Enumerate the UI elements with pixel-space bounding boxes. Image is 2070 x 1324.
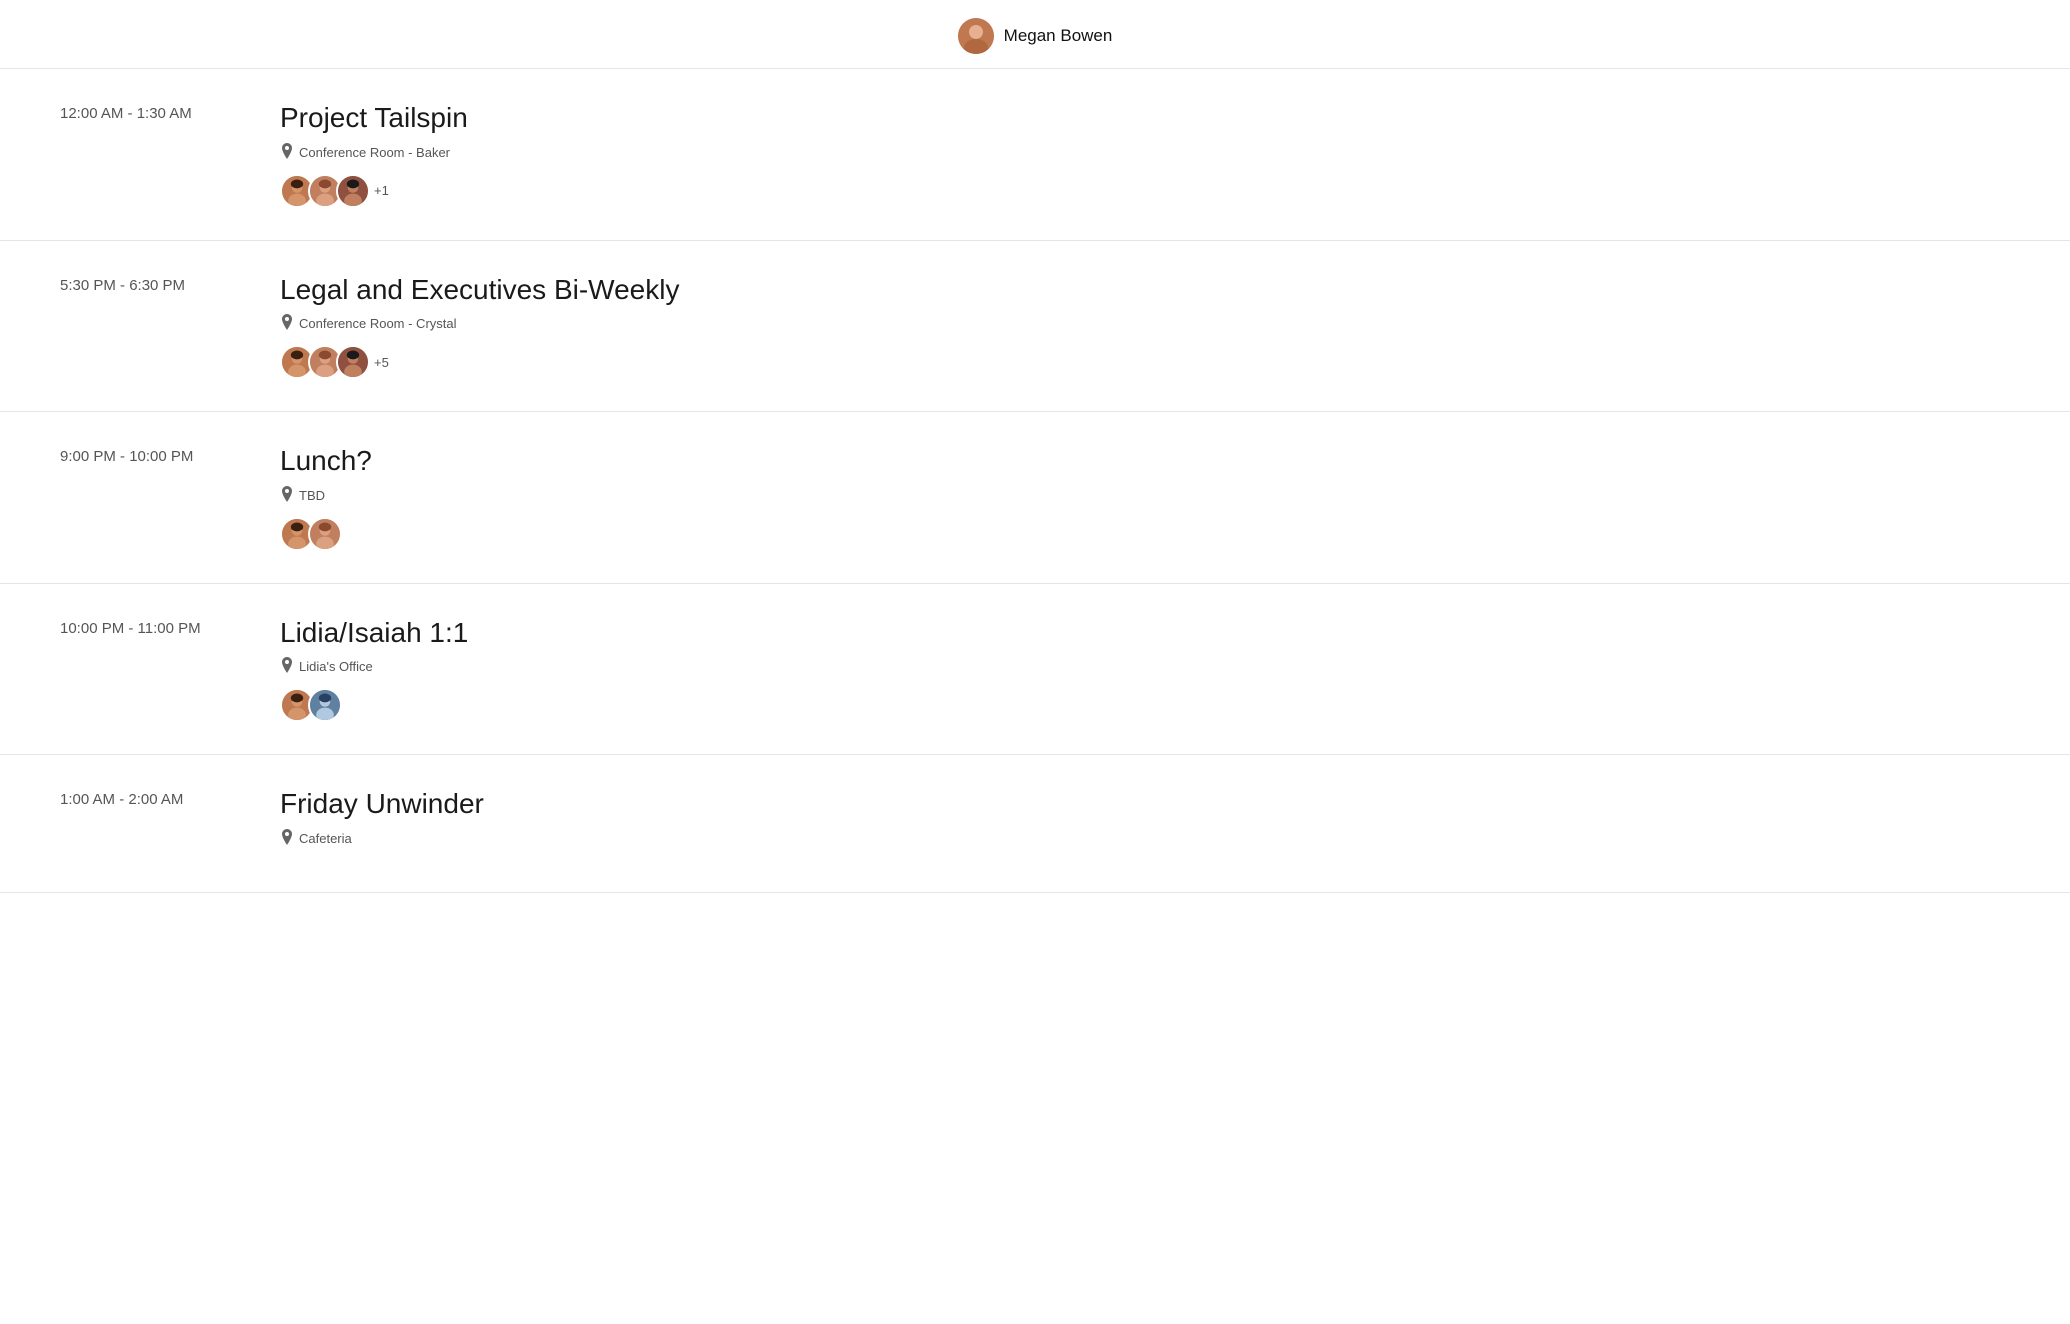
attendee-avatar bbox=[308, 517, 342, 551]
event-row[interactable]: 12:00 AM - 1:30 AMProject Tailspin Confe… bbox=[0, 69, 2070, 241]
attendee-avatar bbox=[308, 688, 342, 722]
event-row[interactable]: 1:00 AM - 2:00 AMFriday Unwinder Cafeter… bbox=[0, 755, 2070, 893]
event-title: Lunch? bbox=[280, 444, 2010, 478]
event-title: Friday Unwinder bbox=[280, 787, 2010, 821]
location-icon bbox=[280, 657, 294, 676]
event-attendees: +5 bbox=[280, 345, 2010, 379]
avatar[interactable] bbox=[958, 18, 994, 54]
event-time: 9:00 PM - 10:00 PM bbox=[60, 444, 280, 465]
event-time: 1:00 AM - 2:00 AM bbox=[60, 787, 280, 808]
event-location-text: Lidia's Office bbox=[299, 659, 373, 674]
event-details: Legal and Executives Bi-Weekly Conferenc… bbox=[280, 273, 2010, 380]
event-location-text: TBD bbox=[299, 488, 325, 503]
event-attendees: +1 bbox=[280, 174, 2010, 208]
event-location: Conference Room - Crystal bbox=[280, 314, 2010, 333]
event-location-text: Conference Room - Baker bbox=[299, 145, 450, 160]
event-time: 10:00 PM - 11:00 PM bbox=[60, 616, 280, 637]
user-name: Megan Bowen bbox=[1004, 26, 1113, 46]
event-time: 5:30 PM - 6:30 PM bbox=[60, 273, 280, 294]
event-location: TBD bbox=[280, 486, 2010, 505]
event-details: Lidia/Isaiah 1:1 Lidia's Office bbox=[280, 616, 2010, 723]
event-details: Friday Unwinder Cafeteria bbox=[280, 787, 2010, 860]
event-attendees bbox=[280, 517, 2010, 551]
event-list: 12:00 AM - 1:30 AMProject Tailspin Confe… bbox=[0, 69, 2070, 893]
event-attendees bbox=[280, 688, 2010, 722]
event-row[interactable]: 9:00 PM - 10:00 PMLunch? TBD bbox=[0, 412, 2070, 584]
attendee-avatar bbox=[336, 174, 370, 208]
event-location-text: Conference Room - Crystal bbox=[299, 316, 457, 331]
location-icon bbox=[280, 486, 294, 505]
attendee-count: +1 bbox=[374, 183, 389, 198]
event-time: 12:00 AM - 1:30 AM bbox=[60, 101, 280, 122]
event-location-text: Cafeteria bbox=[299, 831, 352, 846]
event-location: Conference Room - Baker bbox=[280, 143, 2010, 162]
calendar-header: Megan Bowen bbox=[0, 0, 2070, 69]
event-row[interactable]: 5:30 PM - 6:30 PMLegal and Executives Bi… bbox=[0, 241, 2070, 413]
event-row[interactable]: 10:00 PM - 11:00 PMLidia/Isaiah 1:1 Lidi… bbox=[0, 584, 2070, 756]
event-title: Lidia/Isaiah 1:1 bbox=[280, 616, 2010, 650]
event-location: Lidia's Office bbox=[280, 657, 2010, 676]
location-icon bbox=[280, 829, 294, 848]
location-icon bbox=[280, 314, 294, 333]
event-title: Project Tailspin bbox=[280, 101, 2010, 135]
attendee-count: +5 bbox=[374, 355, 389, 370]
event-title: Legal and Executives Bi-Weekly bbox=[280, 273, 2010, 307]
event-location: Cafeteria bbox=[280, 829, 2010, 848]
event-details: Project Tailspin Conference Room - Baker… bbox=[280, 101, 2010, 208]
event-details: Lunch? TBD bbox=[280, 444, 2010, 551]
attendee-avatar bbox=[336, 345, 370, 379]
location-icon bbox=[280, 143, 294, 162]
